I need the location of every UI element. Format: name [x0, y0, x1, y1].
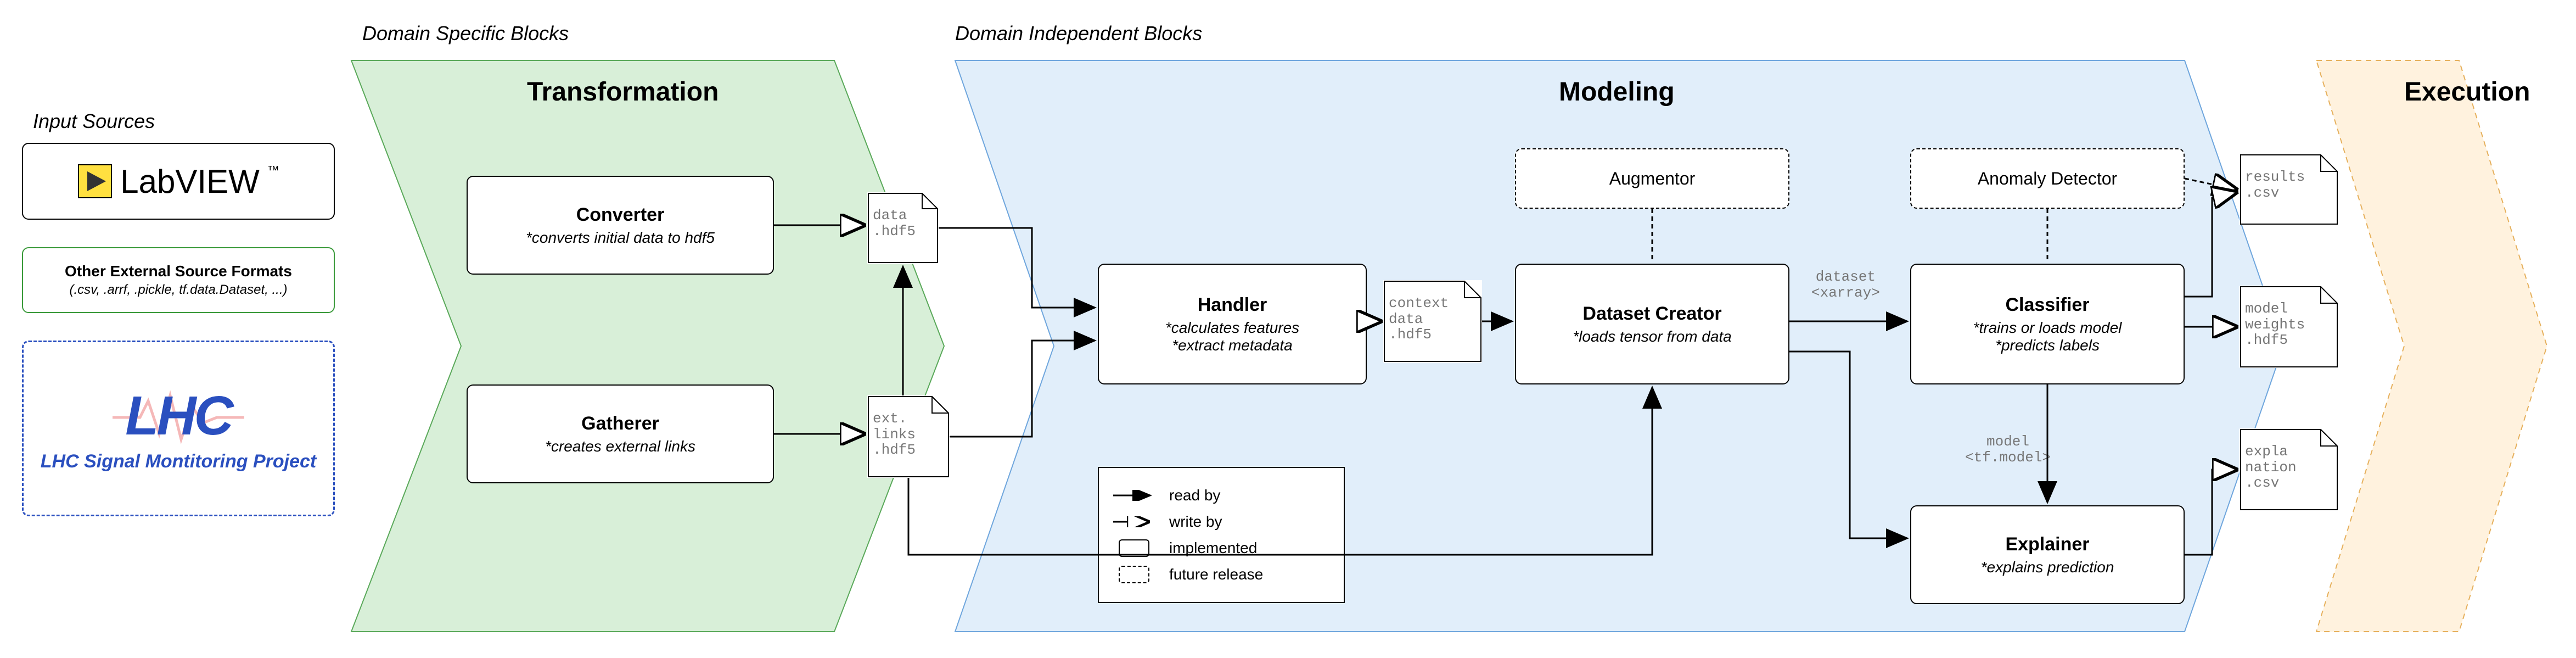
- lhc-source: LHC LHC Signal Montitoring Project: [22, 341, 335, 516]
- classifier-desc1: *trains or loads model: [1973, 319, 2122, 337]
- execution-title: Execution: [2404, 77, 2530, 107]
- model-weights-file: modelweights.hdf5: [2240, 286, 2338, 368]
- explainer-title: Explainer: [2005, 534, 2089, 555]
- gatherer-block: Gatherer *creates external links: [467, 384, 774, 483]
- execution-chevron: [2305, 49, 2558, 643]
- handler-desc1: *calculates features: [1165, 319, 1299, 337]
- gatherer-title: Gatherer: [581, 413, 659, 434]
- transformation-title: Transformation: [527, 77, 719, 107]
- legend-future: future release: [1112, 565, 1331, 584]
- play-icon: [77, 164, 113, 199]
- classifier-block: Classifier *trains or loads model *predi…: [1910, 264, 2185, 384]
- augmentor-block: Augmentor: [1515, 148, 1789, 209]
- converter-desc: *converts initial data to hdf5: [526, 229, 715, 247]
- classifier-title: Classifier: [2005, 294, 2089, 316]
- modeling-title: Modeling: [1559, 77, 1675, 107]
- converter-block: Converter *converts initial data to hdf5: [467, 176, 774, 275]
- legend-write-by: write by: [1112, 512, 1331, 532]
- results-csv-file: results.csv: [2240, 154, 2338, 225]
- other-formats-title: Other External Source Formats: [65, 263, 292, 280]
- explainer-desc: *explains prediction: [1981, 559, 2114, 576]
- legend-implemented: implemented: [1112, 538, 1331, 558]
- input-sources-label: Input Sources: [33, 110, 155, 133]
- converter-title: Converter: [576, 204, 665, 226]
- legend-read-by: read by: [1112, 486, 1331, 505]
- other-formats-list: (.csv, .arrf, .pickle, tf.data.Dataset, …: [69, 282, 287, 298]
- handler-title: Handler: [1198, 294, 1267, 316]
- classifier-desc2: *predicts labels: [1995, 337, 2100, 354]
- dataset-edge-label: dataset<xarray>: [1811, 269, 1880, 300]
- lhc-project-label: LHC Signal Montitoring Project: [41, 451, 316, 472]
- transformation-chevron: [340, 49, 955, 643]
- other-formats-source: Other External Source Formats (.csv, .ar…: [22, 247, 335, 313]
- context-data-file: contextdata.hdf5: [1383, 280, 1482, 363]
- legend: read by write by implemented future rele…: [1098, 467, 1345, 603]
- lhc-logo: LHC: [125, 384, 232, 448]
- domain-independent-label: Domain Independent Blocks: [955, 22, 1202, 45]
- model-edge-label: model<tf.model>: [1965, 434, 2051, 465]
- dataset-creator-title: Dataset Creator: [1582, 303, 1721, 325]
- anomaly-detector-block: Anomaly Detector: [1910, 148, 2185, 209]
- labview-source: LabVIEW ™: [22, 143, 335, 220]
- pipeline-diagram: Input Sources Domain Specific Blocks Dom…: [11, 11, 2565, 647]
- gatherer-desc: *creates external links: [545, 438, 695, 455]
- dataset-creator-desc: *loads tensor from data: [1573, 328, 1732, 345]
- handler-block: Handler *calculates features *extract me…: [1098, 264, 1367, 384]
- data-hdf5-file: data.hdf5: [867, 192, 939, 264]
- explainer-block: Explainer *explains prediction: [1910, 505, 2185, 604]
- domain-specific-label: Domain Specific Blocks: [362, 22, 569, 45]
- explanation-csv-file: explanation.csv: [2240, 428, 2338, 511]
- augmentor-title: Augmentor: [1609, 169, 1696, 189]
- ext-links-file: ext.links.hdf5: [867, 395, 950, 478]
- labview-label: LabVIEW: [120, 163, 259, 200]
- anomaly-detector-title: Anomaly Detector: [1978, 169, 2117, 189]
- handler-desc2: *extract metadata: [1172, 337, 1292, 354]
- trademark-icon: ™: [267, 163, 279, 177]
- dataset-creator-block: Dataset Creator *loads tensor from data: [1515, 264, 1789, 384]
